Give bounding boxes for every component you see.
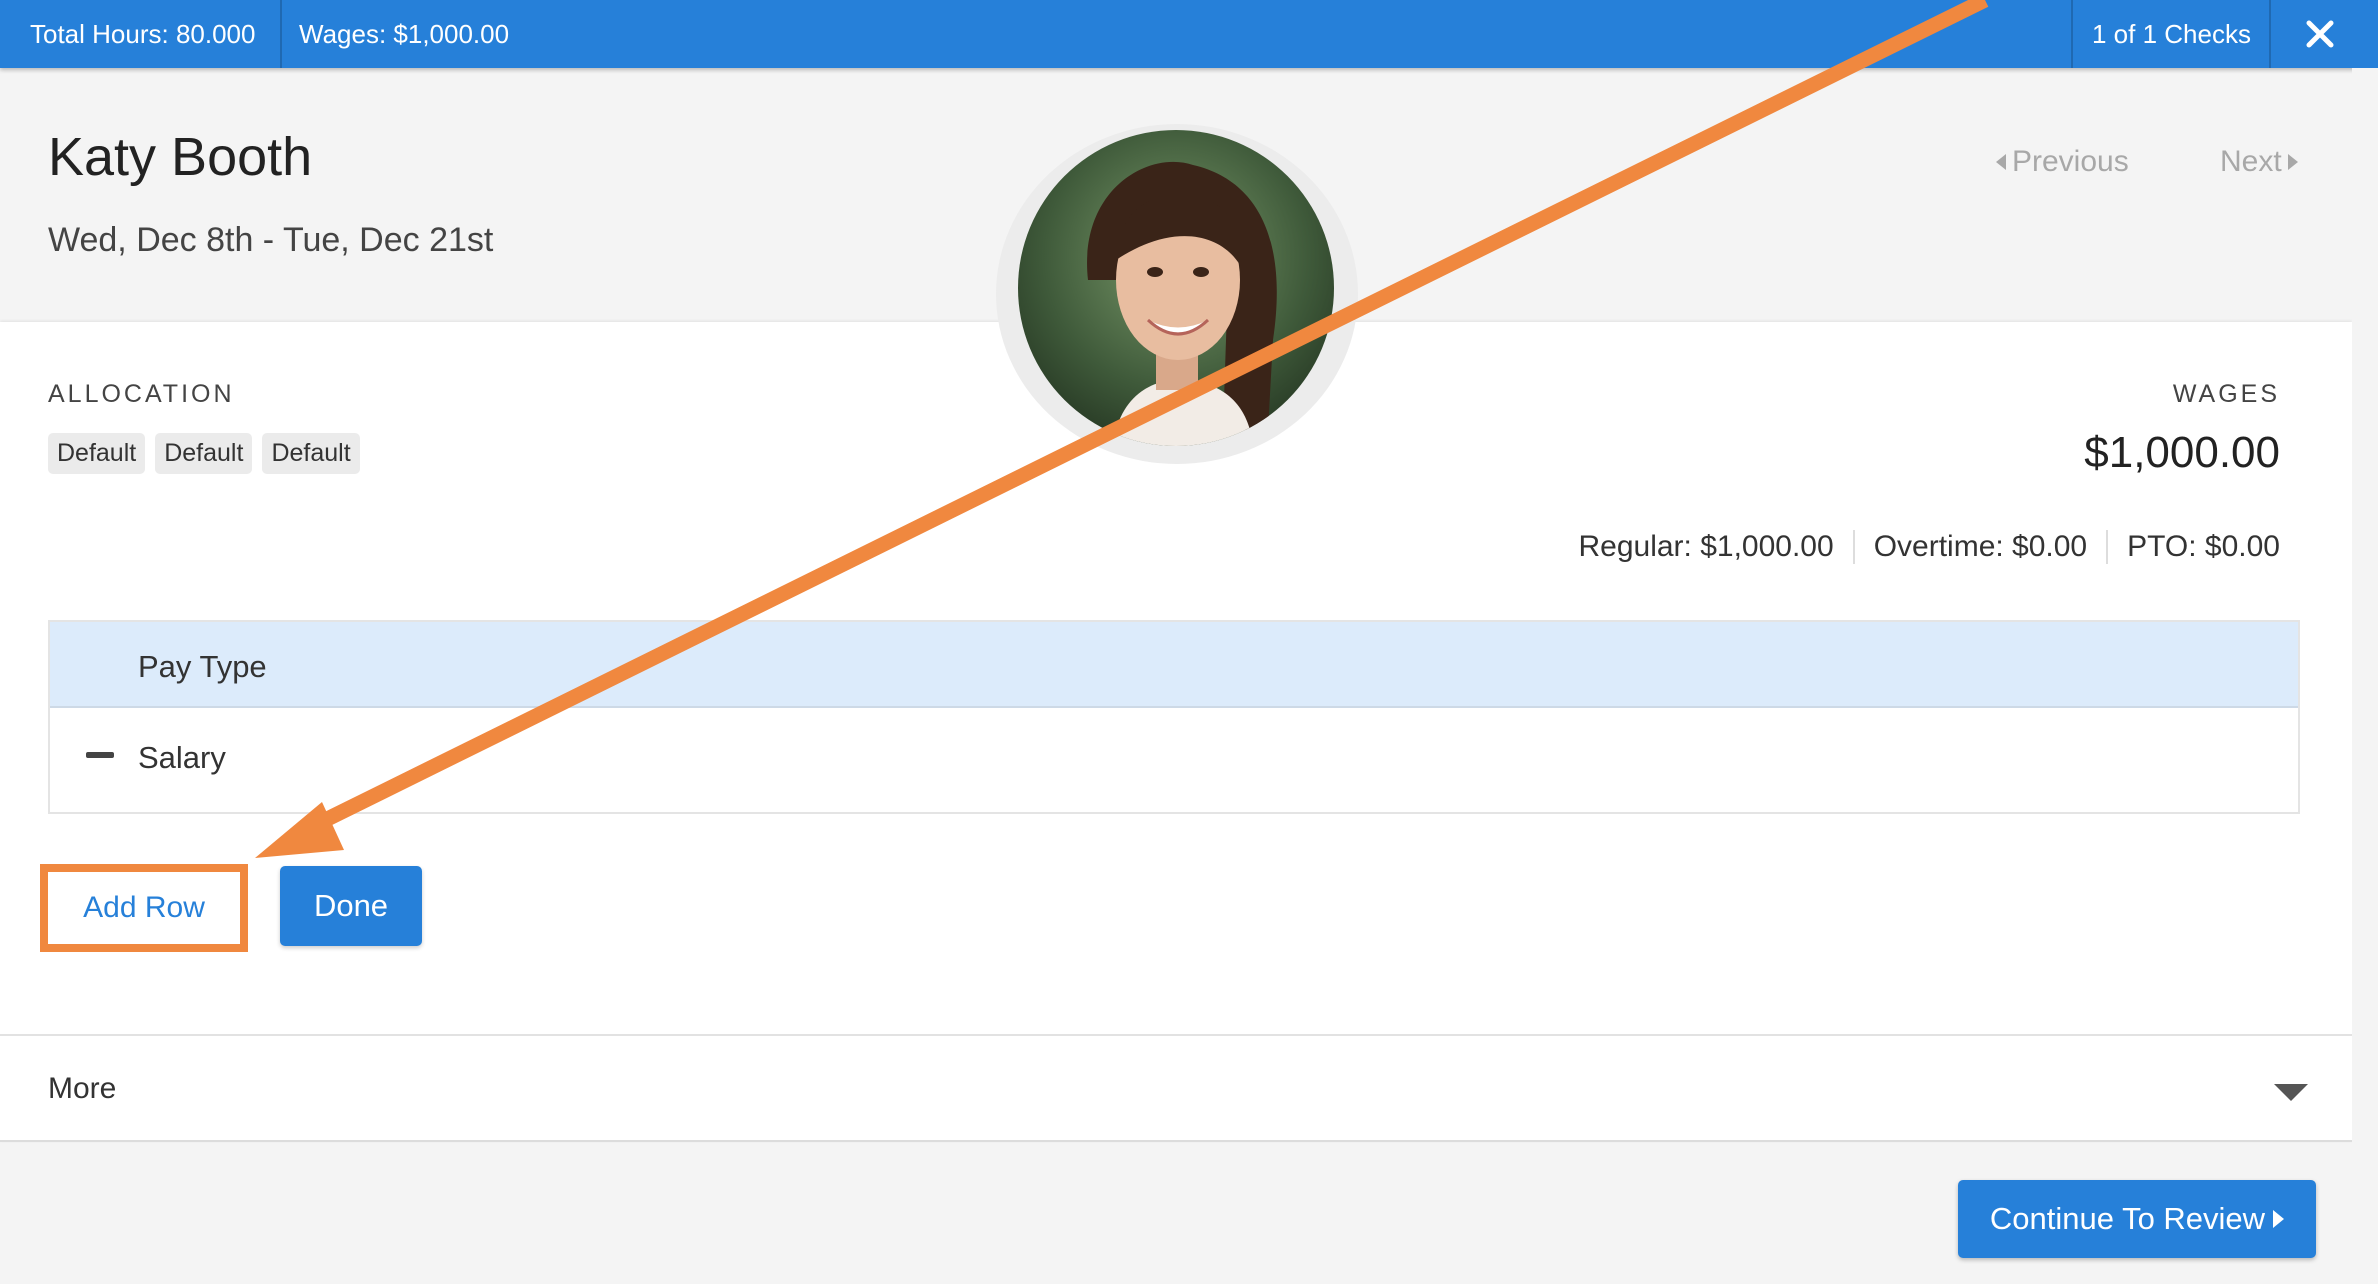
table-row: Salary <box>50 710 2298 812</box>
table-header: Pay Type <box>50 622 2298 708</box>
total-wages: Wages: $1,000.00 <box>299 18 510 49</box>
done-button[interactable]: Done <box>280 866 422 946</box>
wages-label: WAGES <box>2172 380 2280 408</box>
allocation-tag: Default <box>155 433 253 474</box>
more-toggle[interactable]: More <box>0 1034 2352 1142</box>
minus-icon[interactable] <box>86 752 114 758</box>
caret-left-icon <box>1996 154 2006 170</box>
column-header-pay-type: Pay Type <box>138 649 267 684</box>
pay-period: Wed, Dec 8th - Tue, Dec 21st <box>48 221 494 259</box>
previous-label: Previous <box>2012 145 2129 178</box>
right-gutter <box>2352 68 2378 1284</box>
regular-wages: Regular: $1,000.00 <box>1578 530 1834 563</box>
wages-amount: $1,000.00 <box>2084 428 2280 477</box>
caret-right-icon <box>2273 1210 2285 1228</box>
overtime-wages: Overtime: $0.00 <box>1852 530 2106 564</box>
pay-type-cell: Salary <box>138 740 226 775</box>
previous-button[interactable]: Previous <box>1996 145 2129 179</box>
allocation-tags: Default Default Default <box>48 433 360 474</box>
pto-wages: PTO: $0.00 <box>2106 530 2280 564</box>
continue-to-review-button[interactable]: Continue To Review <box>1958 1180 2316 1258</box>
divider <box>280 0 282 68</box>
continue-label: Continue To Review <box>1989 1201 2266 1236</box>
wages-breakdown: Regular: $1,000.00 Overtime: $0.00 PTO: … <box>1559 530 2280 564</box>
allocation-tag: Default <box>262 433 360 474</box>
divider <box>2269 0 2271 68</box>
next-label: Next <box>2220 145 2282 178</box>
avatar <box>1018 130 1334 446</box>
next-button[interactable]: Next <box>2220 145 2298 179</box>
total-hours: Total Hours: 80.000 <box>30 18 256 49</box>
allocation-tag: Default <box>48 433 146 474</box>
employee-name: Katy Booth <box>48 127 313 187</box>
caret-down-icon <box>2274 1084 2308 1101</box>
divider <box>2071 0 2073 68</box>
divider <box>0 1140 2352 1142</box>
allocation-label: ALLOCATION <box>48 380 235 408</box>
pay-type-table: Pay Type Salary <box>48 620 2300 814</box>
close-icon[interactable] <box>2300 14 2340 54</box>
more-label: More <box>48 1072 117 1105</box>
add-row-button[interactable]: Add Row <box>58 882 230 934</box>
caret-right-icon <box>2287 154 2298 170</box>
top-bar: Total Hours: 80.000 Wages: $1,000.00 1 o… <box>0 0 2378 68</box>
checks-counter: 1 of 1 Checks <box>2092 18 2251 49</box>
